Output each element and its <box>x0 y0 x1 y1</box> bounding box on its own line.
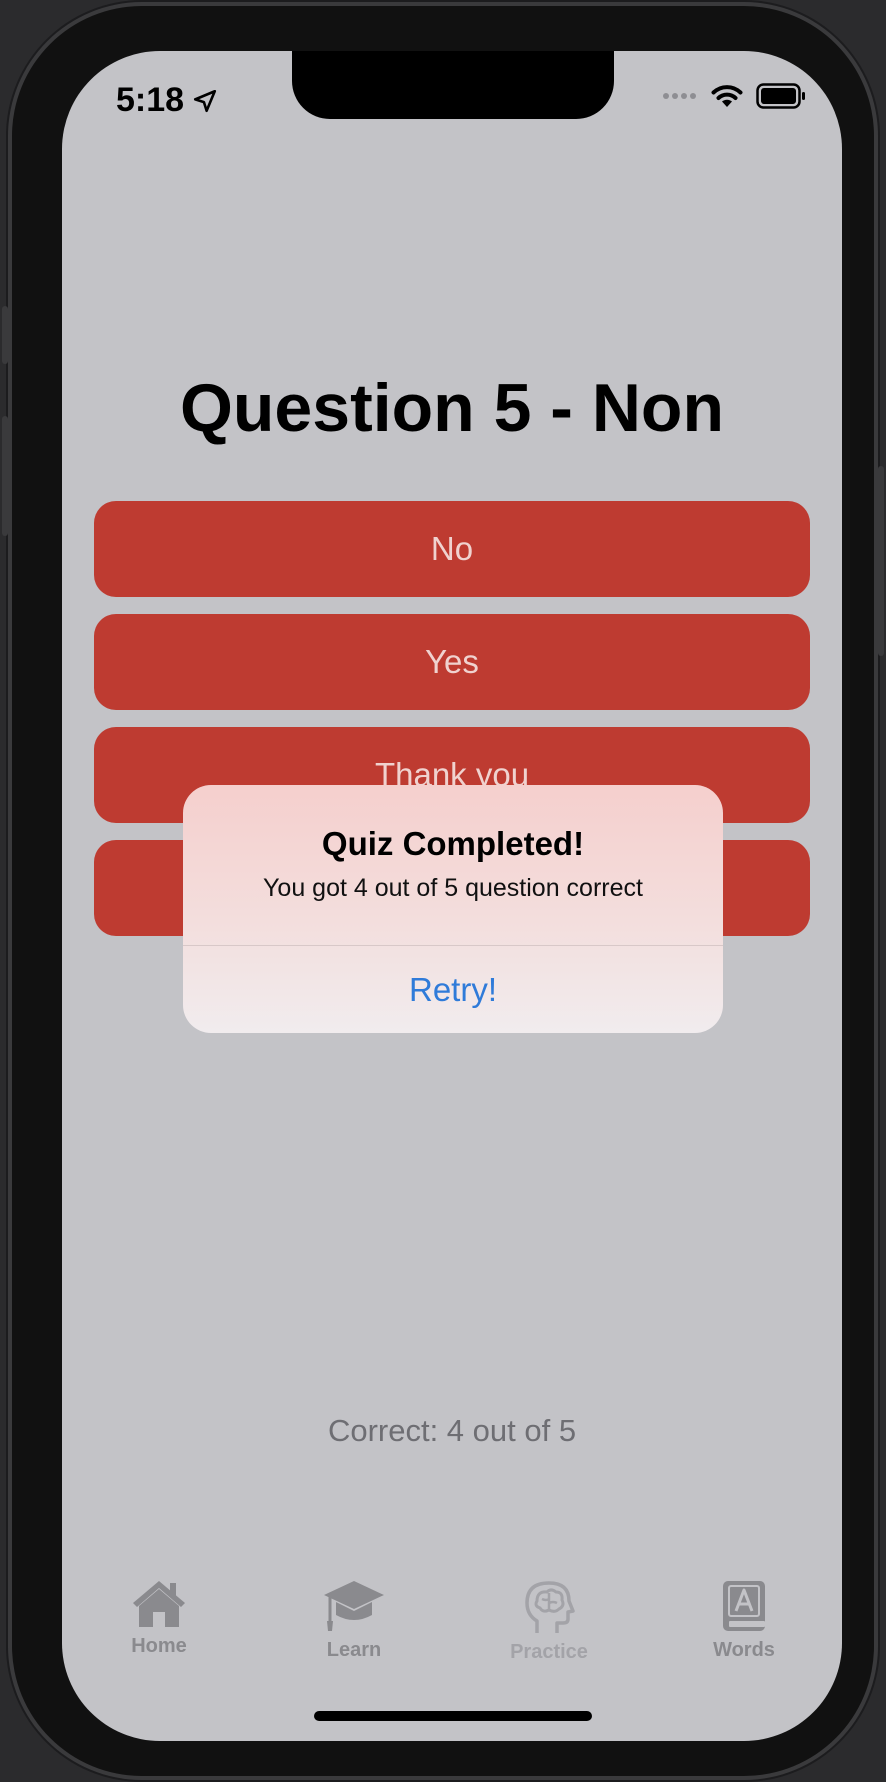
volume-down-button <box>2 416 8 536</box>
house-icon <box>133 1581 185 1627</box>
alert-message: You got 4 out of 5 question correct <box>263 874 643 902</box>
screen: 5:18 Question 5 - Non No Yes Thank you C… <box>62 51 842 1741</box>
status-indicators <box>662 83 806 109</box>
tab-home-label: Home <box>131 1635 187 1657</box>
question-title: Question 5 - Non <box>180 370 724 446</box>
tab-words-label: Words <box>713 1639 775 1661</box>
quiz-completed-alert: Quiz Completed! You got 4 out of 5 quest… <box>183 785 723 1033</box>
answer-button-label: Yes <box>425 643 479 680</box>
tab-bar: Home Learn Practice Words <box>62 1579 842 1689</box>
graduation-cap-icon <box>324 1581 384 1631</box>
tab-learn-label: Learn <box>326 1639 382 1661</box>
alert-title: Quiz Completed! <box>321 825 585 862</box>
battery-icon <box>756 83 805 109</box>
retry-button[interactable]: Retry! <box>183 946 723 1033</box>
answer-button-label: No <box>430 530 474 567</box>
status-time-label: 5:18 <box>116 81 185 119</box>
status-time: 5:18 <box>116 81 218 120</box>
brain-head-icon <box>525 1581 575 1633</box>
volume-up-button <box>2 306 8 364</box>
tab-practice-label: Practice <box>510 1641 588 1663</box>
answer-button-1[interactable]: No <box>94 501 810 597</box>
retry-button-label: Retry! <box>408 970 497 1008</box>
home-indicator[interactable] <box>314 1711 592 1721</box>
notch <box>292 51 614 119</box>
dictionary-book-icon <box>723 1581 765 1631</box>
tab-words[interactable]: Words <box>674 1579 814 1662</box>
location-arrow-icon <box>194 89 217 112</box>
cellular-signal-icon <box>663 93 696 99</box>
tab-learn[interactable]: Learn <box>284 1579 424 1662</box>
wifi-icon <box>711 85 743 107</box>
power-button <box>878 466 884 656</box>
tab-practice[interactable]: Practice <box>479 1579 619 1664</box>
correct-count: Correct: 4 out of 5 <box>327 1413 577 1448</box>
phone-frame: 5:18 Question 5 - Non No Yes Thank you C… <box>2 6 884 1776</box>
tab-home[interactable]: Home <box>89 1579 229 1658</box>
answer-button-2[interactable]: Yes <box>94 614 810 710</box>
